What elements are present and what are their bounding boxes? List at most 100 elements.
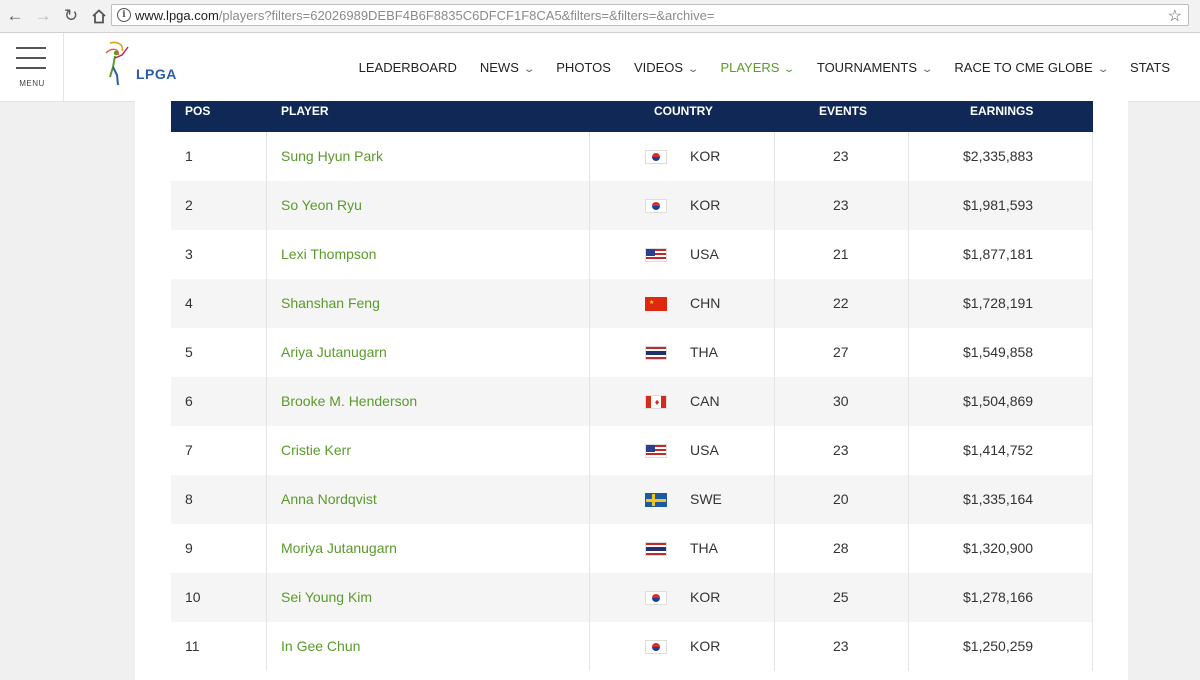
- nav-label: RACE TO CME GLOBE: [954, 59, 1093, 75]
- home-icon[interactable]: [86, 3, 112, 29]
- bookmark-star-icon[interactable]: ☆: [1168, 6, 1182, 26]
- chn-flag-icon: ★: [645, 297, 667, 311]
- swe-flag-icon: [645, 493, 667, 507]
- player-name-link[interactable]: Lexi Thompson: [281, 230, 376, 279]
- col-pos[interactable]: POS: [185, 101, 210, 121]
- forward-arrow-icon[interactable]: →: [30, 3, 56, 29]
- nav-photos[interactable]: PHOTOS: [556, 60, 611, 75]
- pos-cell: 10: [185, 589, 201, 605]
- col-earnings[interactable]: EARNINGS: [970, 101, 1033, 121]
- column-divider: [908, 279, 909, 328]
- kor-flag-icon: [645, 640, 667, 654]
- col-player[interactable]: PLAYER: [281, 101, 329, 121]
- nav-players[interactable]: PLAYERS ⌄: [720, 59, 796, 75]
- reload-icon[interactable]: ↻: [58, 3, 84, 29]
- main-content: POS PLAYER COUNTRY EVENTS EARNINGS 1 Sung…: [135, 101, 1128, 680]
- main-nav: LEADERBOARD NEWS ⌄ PHOTOS VIDEOS ⌄ PLAYERS…: [336, 33, 1170, 101]
- earnings-cell: $1,278,166: [963, 589, 1034, 605]
- column-divider: [1092, 328, 1093, 377]
- column-divider: [589, 132, 590, 181]
- address-bar[interactable]: i www.lpga.com/players?filters=62026989D…: [111, 4, 1189, 26]
- col-country[interactable]: COUNTRY: [654, 101, 713, 121]
- column-divider: [908, 524, 909, 573]
- table-row: 5 Ariya Jutanugarn THA 27 $1,549,858: [171, 328, 1093, 377]
- table-row: 3 Lexi Thompson USA 21 $1,877,181: [171, 230, 1093, 279]
- chevron-down-icon: ⌄: [686, 63, 700, 75]
- country-cell: THA: [690, 344, 718, 360]
- earnings-cell: $1,728,191: [963, 295, 1034, 311]
- pos-cell: 6: [185, 393, 193, 409]
- col-events[interactable]: EVENTS: [819, 101, 867, 121]
- nav-label: STATS: [1130, 59, 1170, 75]
- earnings-cell: $1,981,593: [963, 197, 1034, 213]
- chevron-down-icon: ⌄: [920, 63, 934, 75]
- column-divider: [774, 230, 775, 279]
- player-name-link[interactable]: Moriya Jutanugarn: [281, 524, 397, 573]
- nav-tournaments[interactable]: TOURNAMENTS ⌄: [816, 59, 934, 75]
- table-row: 7 Cristie Kerr USA 23 $1,414,752: [171, 426, 1093, 475]
- column-divider: [1092, 573, 1093, 622]
- earnings-cell: $2,335,883: [963, 148, 1034, 164]
- player-name-link[interactable]: Sei Young Kim: [281, 573, 372, 622]
- player-name-link[interactable]: In Gee Chun: [281, 622, 360, 671]
- nav-race-to-cme-globe[interactable]: RACE TO CME GLOBE ⌄: [954, 59, 1110, 75]
- country-cell: USA: [690, 442, 719, 458]
- earnings-cell: $1,877,181: [963, 246, 1034, 262]
- column-divider: [908, 426, 909, 475]
- column-divider: [266, 132, 267, 181]
- events-cell: 27: [833, 344, 849, 360]
- info-icon[interactable]: i: [117, 8, 131, 22]
- player-name-link[interactable]: Cristie Kerr: [281, 426, 351, 475]
- nav-stats[interactable]: STATS: [1130, 60, 1170, 75]
- column-divider: [774, 328, 775, 377]
- kor-flag-icon: [645, 150, 667, 164]
- earnings-cell: $1,549,858: [963, 344, 1034, 360]
- player-name-link[interactable]: Anna Nordqvist: [281, 475, 377, 524]
- menu-button[interactable]: MENU: [0, 33, 64, 101]
- pos-cell: 4: [185, 295, 193, 311]
- column-divider: [266, 475, 267, 524]
- table-row: 2 So Yeon Ryu KOR 23 $1,981,593: [171, 181, 1093, 230]
- pos-cell: 11: [185, 638, 200, 654]
- column-divider: [1092, 475, 1093, 524]
- column-divider: [774, 573, 775, 622]
- table-row: 11 In Gee Chun KOR 23 $1,250,259: [171, 622, 1093, 671]
- player-name-link[interactable]: Ariya Jutanugarn: [281, 328, 387, 377]
- player-name-link[interactable]: Brooke M. Henderson: [281, 377, 417, 426]
- column-divider: [908, 622, 909, 671]
- pos-cell: 1: [185, 148, 193, 164]
- events-cell: 23: [833, 148, 849, 164]
- column-divider: [1092, 132, 1093, 181]
- column-divider: [266, 230, 267, 279]
- tha-flag-icon: [645, 542, 667, 556]
- column-divider: [774, 475, 775, 524]
- table-row: 1 Sung Hyun Park KOR 23 $2,335,883: [171, 132, 1093, 181]
- column-divider: [908, 230, 909, 279]
- country-cell: KOR: [690, 589, 721, 605]
- back-arrow-icon[interactable]: ←: [2, 3, 28, 29]
- country-cell: KOR: [690, 638, 721, 654]
- pos-cell: 9: [185, 540, 193, 556]
- earnings-cell: $1,335,164: [963, 491, 1034, 507]
- nav-leaderboard[interactable]: LEADERBOARD: [359, 60, 457, 75]
- nav-label: PHOTOS: [556, 59, 611, 75]
- nav-label: PLAYERS: [720, 59, 780, 75]
- lpga-logo[interactable]: LPGA: [96, 41, 196, 91]
- url-path: /players?filters=62026989DEBF4B6F8835C6D…: [218, 7, 715, 23]
- column-divider: [1092, 622, 1093, 671]
- nav-news[interactable]: NEWS ⌄: [479, 59, 535, 75]
- player-name-link[interactable]: Sung Hyun Park: [281, 132, 383, 181]
- column-divider: [266, 622, 267, 671]
- player-name-link[interactable]: Shanshan Feng: [281, 279, 380, 328]
- nav-videos[interactable]: VIDEOS ⌄: [634, 60, 700, 75]
- column-divider: [774, 377, 775, 426]
- column-divider: [266, 573, 267, 622]
- chevron-down-icon: ⌄: [1096, 63, 1110, 75]
- nav-label: TOURNAMENTS: [816, 59, 918, 75]
- events-cell: 22: [833, 295, 849, 311]
- nav-label: NEWS: [479, 59, 519, 75]
- table-row: 8 Anna Nordqvist SWE 20 $1,335,164: [171, 475, 1093, 524]
- player-name-link[interactable]: So Yeon Ryu: [281, 181, 362, 230]
- column-divider: [908, 377, 909, 426]
- column-divider: [1092, 524, 1093, 573]
